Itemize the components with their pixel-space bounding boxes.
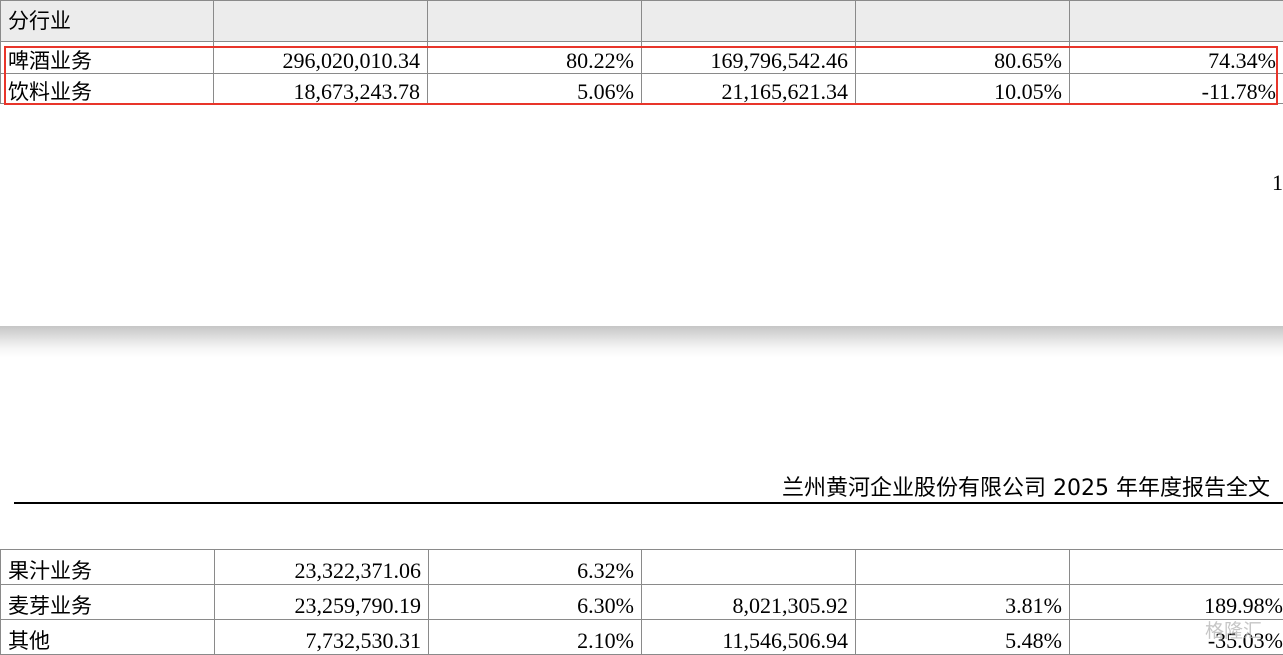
table-row: 果汁业务 23,322,371.06 6.32%	[1, 550, 1283, 585]
revenue-table-top: 分行业 啤酒业务 296,020,010.34 80.22% 169,796,5…	[0, 0, 1283, 104]
row-label: 麦芽业务	[1, 585, 215, 620]
section-label: 分行业	[1, 1, 214, 42]
prior-share-cell: 80.65%	[856, 42, 1070, 74]
row-label: 饮料业务	[1, 74, 214, 104]
revenue-share-cell: 5.06%	[428, 74, 642, 104]
prior-revenue-cell: 8,021,305.92	[642, 585, 856, 620]
table-row: 麦芽业务 23,259,790.19 6.30% 8,021,305.92 3.…	[1, 585, 1283, 620]
header-rule	[14, 502, 1283, 504]
table-row: 啤酒业务 296,020,010.34 80.22% 169,796,542.4…	[1, 42, 1283, 74]
row-label: 其他	[1, 620, 215, 655]
yoy-change-cell: 74.34%	[1070, 42, 1283, 74]
prior-share-cell: 3.81%	[856, 585, 1070, 620]
page-number: 1	[1272, 170, 1283, 196]
revenue-share-cell: 6.32%	[429, 550, 642, 585]
revenue-share-cell: 80.22%	[428, 42, 642, 74]
revenue-cell: 296,020,010.34	[214, 42, 428, 74]
yoy-change-cell: 189.98%	[1070, 585, 1283, 620]
revenue-cell: 23,259,790.19	[215, 585, 429, 620]
revenue-cell: 23,322,371.06	[215, 550, 429, 585]
revenue-cell: 18,673,243.78	[214, 74, 428, 104]
revenue-cell: 7,732,530.31	[215, 620, 429, 655]
section-row: 分行业	[1, 1, 1283, 42]
table-row: 其他 7,732,530.31 2.10% 11,546,506.94 5.48…	[1, 620, 1283, 655]
report-header: 兰州黄河企业股份有限公司 2025 年年度报告全文	[782, 470, 1270, 502]
yoy-change-cell: -11.78%	[1070, 74, 1283, 104]
prior-revenue-cell: 169,796,542.46	[642, 42, 856, 74]
prior-share-cell: 5.48%	[856, 620, 1070, 655]
page-break	[0, 326, 1283, 358]
revenue-table-bottom: 果汁业务 23,322,371.06 6.32% 麦芽业务 23,259,790…	[0, 549, 1283, 655]
prior-share-cell	[856, 550, 1070, 585]
prior-revenue-cell: 11,546,506.94	[642, 620, 856, 655]
prior-revenue-cell: 21,165,621.34	[642, 74, 856, 104]
row-label: 果汁业务	[1, 550, 215, 585]
yoy-change-cell	[1070, 550, 1283, 585]
watermark-text: 格隆汇	[1205, 616, 1262, 643]
revenue-share-cell: 6.30%	[429, 585, 642, 620]
prior-share-cell: 10.05%	[856, 74, 1070, 104]
row-label: 啤酒业务	[1, 42, 214, 74]
prior-revenue-cell	[642, 550, 856, 585]
revenue-share-cell: 2.10%	[429, 620, 642, 655]
table-row: 饮料业务 18,673,243.78 5.06% 21,165,621.34 1…	[1, 74, 1283, 104]
